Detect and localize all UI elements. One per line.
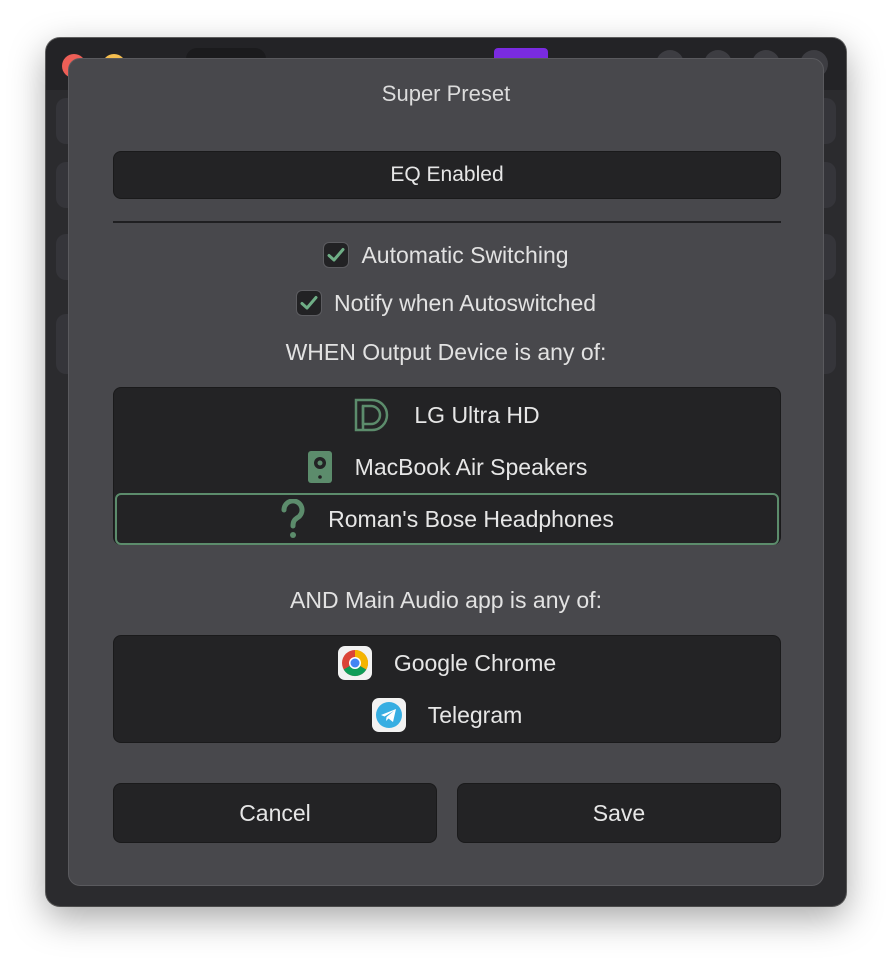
output-device-section-label: WHEN Output Device is any of: [285, 339, 607, 365]
output-device-item[interactable]: LG Ultra HD [114, 389, 780, 441]
notify-autoswitched-row[interactable]: Notify when Autoswitched [69, 287, 823, 319]
super-preset-sheet: Super Preset EQ Enabled Automatic Switch… [68, 58, 824, 886]
app-list: Google Chrome Telegram [113, 635, 781, 743]
output-device-item-selected[interactable]: Roman's Bose Headphones [115, 493, 779, 545]
output-device-list: LG Ultra HD MacBook Air Speakers Roman's… [113, 387, 781, 545]
automatic-switching-checkbox[interactable] [323, 242, 350, 268]
telegram-icon [371, 698, 406, 732]
sheet-title: Super Preset [381, 81, 511, 106]
automatic-switching-label: Automatic Switching [361, 241, 569, 268]
cancel-button[interactable]: Cancel [113, 783, 437, 843]
save-button[interactable]: Save [457, 783, 781, 843]
output-device-label: MacBook Air Speakers [354, 453, 588, 480]
automatic-switching-row[interactable]: Automatic Switching [69, 239, 823, 271]
divider [113, 221, 781, 223]
notify-autoswitched-label: Notify when Autoswitched [333, 289, 597, 316]
display-port-icon [354, 398, 392, 432]
app-item[interactable]: Telegram [114, 689, 780, 741]
output-device-label: Roman's Bose Headphones [328, 505, 614, 532]
question-mark-icon [280, 499, 306, 539]
app-window: Super Preset EQ Enabled Automatic Switch… [46, 38, 846, 906]
apps-section-label: AND Main Audio app is any of: [290, 587, 602, 613]
checkmark-icon [327, 248, 345, 262]
app-label: Telegram [427, 701, 523, 728]
app-label: Google Chrome [393, 649, 557, 676]
chrome-icon [337, 646, 372, 680]
speaker-icon [307, 450, 333, 484]
output-device-label: LG Ultra HD [414, 401, 540, 428]
notify-autoswitched-checkbox[interactable] [295, 290, 322, 316]
app-item[interactable]: Google Chrome [114, 637, 780, 689]
checkmark-icon [300, 296, 318, 310]
eq-enabled-button[interactable]: EQ Enabled [113, 151, 781, 199]
output-device-item[interactable]: MacBook Air Speakers [114, 441, 780, 493]
